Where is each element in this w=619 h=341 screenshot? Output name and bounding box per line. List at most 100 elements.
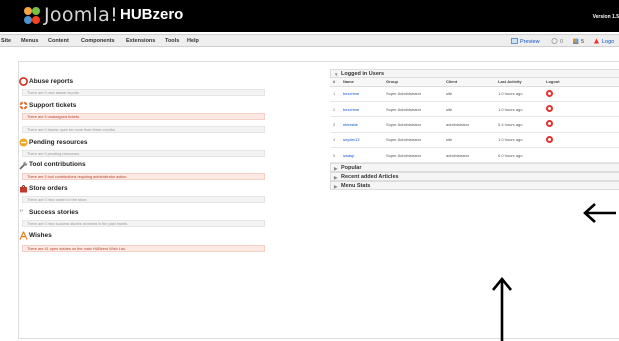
pending-resources-message: There are 0 pending resources. [22, 150, 265, 157]
logout-label: Logo [602, 39, 615, 45]
preview-label: Preview [520, 39, 540, 45]
user-name-link[interactable]: bexchrxe [343, 91, 359, 96]
section-title-tool-contributions[interactable]: Tool contributions [29, 161, 86, 168]
collapse-triangle-icon: ▶ [334, 184, 338, 190]
tool-contributions-message[interactable]: There are 3 tool contributions requiring… [22, 173, 265, 180]
panel-menu-stats-title: Menu Stats [341, 183, 371, 190]
user-last-activity: 0.0 hours ago [495, 147, 543, 164]
users-icon [573, 38, 579, 44]
messages-status[interactable]: 0 [551, 38, 563, 45]
wrench-icon [19, 161, 28, 170]
section-title-support-tickets[interactable]: Support tickets [29, 102, 76, 109]
user-client: administrator [443, 116, 495, 133]
table-row: 2 bexchrxe Super Administrator site 1.0 … [330, 101, 619, 118]
site-name: HUBzero [120, 6, 184, 23]
col-client: Client [443, 78, 495, 87]
menu-extensions[interactable]: Extensions [126, 38, 155, 44]
logged-in-users-table: # Name Group Client Last Activity Logout… [330, 78, 619, 164]
store-orders-message: There are 0 new orders in the store. [22, 196, 265, 203]
user-client: site [443, 132, 495, 149]
panel-popular-title: Popular [341, 165, 362, 172]
abuse-reports-message: There are 0 new abuse reports [22, 89, 265, 96]
menu-tools[interactable]: Tools [165, 38, 179, 44]
user-client: site [443, 101, 495, 118]
support-old-tickets-message: There are 0 tickets open for more than t… [22, 126, 265, 133]
version-label: Version 1.5 [592, 14, 619, 20]
wishes-message[interactable]: There are 41 open wishes on the main HUB… [22, 245, 265, 252]
section-title-wishes[interactable]: Wishes [29, 232, 52, 239]
store-orders-icon [20, 185, 27, 193]
user-client: site [443, 86, 495, 102]
quote-icon: “ [19, 208, 24, 217]
expand-triangle-icon: ▼ [334, 72, 339, 77]
row-number: 3 [330, 116, 340, 133]
table-row: 4 snyder13 Super Administrator site 1.0 … [330, 132, 619, 149]
joomla-brand: Joomla! [44, 4, 118, 26]
logout-icon [594, 38, 599, 44]
col-last-activity: Last Activity [495, 78, 543, 87]
user-group: Super Administrator [383, 101, 443, 118]
user-group: Super Administrator [383, 86, 443, 102]
annotation-arrow-left [583, 203, 616, 223]
messages-count: 0 [560, 39, 564, 45]
admin-header: Joomla! HUBzero Version 1.5 [0, 0, 619, 32]
logout-user-icon[interactable] [546, 105, 553, 113]
user-last-activity: 0.4 hours ago [495, 116, 543, 133]
menu-help[interactable]: Help [187, 38, 199, 44]
user-group: Super Administrator [383, 116, 443, 133]
user-client: administrator [443, 147, 495, 164]
row-number: 2 [330, 101, 340, 118]
menu-menus[interactable]: Menus [21, 38, 38, 44]
col-logout: Logout [543, 78, 619, 87]
users-count: 5 [581, 39, 585, 45]
user-last-activity: 1.0 hours ago [495, 101, 543, 118]
pending-resources-icon [19, 138, 28, 147]
col-number: # [330, 78, 340, 87]
table-header-row: # Name Group Client Last Activity Logout [330, 78, 619, 87]
user-group: Super Administrator [383, 132, 443, 149]
menu-content[interactable]: Content [48, 38, 69, 44]
col-name: Name [340, 78, 383, 87]
messages-icon [551, 38, 558, 44]
panel-menu-stats[interactable]: ▶ Menu Stats [330, 181, 619, 191]
logout-user-icon[interactable] [546, 120, 553, 128]
menu-bar: Site Menus Content Components Extensions… [0, 34, 619, 47]
section-title-store-orders[interactable]: Store orders [29, 185, 68, 192]
user-name-link[interactable]: snyder13 [343, 137, 359, 142]
svg-text:“: “ [19, 208, 24, 217]
user-last-activity: 1.0 hours ago [495, 86, 543, 102]
joomla-logo-icon [24, 7, 40, 24]
support-unassigned-message[interactable]: There are 5 unassigned tickets. [22, 113, 265, 120]
users-status[interactable]: 5 [572, 38, 584, 45]
preview-icon [511, 38, 518, 44]
menu-components[interactable]: Components [81, 38, 115, 44]
section-title-success-stories[interactable]: Success stories [29, 209, 79, 216]
annotation-arrow-up [491, 277, 513, 341]
support-tickets-icon [19, 101, 28, 110]
preview-link[interactable]: Preview [511, 38, 540, 45]
admin-page: { "header": { "brand": "Joomla!", "site_… [0, 0, 619, 341]
wishes-icon [19, 231, 28, 240]
panel-popular[interactable]: ▶ Popular [330, 163, 619, 173]
section-title-pending-resources[interactable]: Pending resources [29, 139, 88, 146]
success-stories-message: There are 0 new success stories received… [22, 220, 265, 227]
section-title-abuse-reports[interactable]: Abuse reports [29, 78, 73, 85]
user-name-link[interactable]: bexchrxe [343, 107, 359, 112]
logged-in-users-title: Logged in Users [341, 71, 385, 77]
user-name-link[interactable]: nkessbe [343, 122, 358, 127]
table-row: 5 swasp Super Administrator administrato… [330, 147, 619, 164]
abuse-reports-icon [19, 77, 28, 86]
logout-user-icon[interactable] [546, 135, 553, 143]
col-group: Group [383, 78, 443, 87]
logout-user-icon[interactable] [546, 89, 553, 97]
table-row: 3 nkessbe Super Administrator administra… [330, 116, 619, 133]
panel-recent-articles-title: Recent added Articles [341, 174, 399, 181]
admin-modules-panel: ▼ Logged in Users # Name Group Client La… [330, 69, 619, 191]
panel-recent-articles[interactable]: ▶ Recent added Articles [330, 172, 619, 182]
menu-site[interactable]: Site [1, 38, 11, 44]
user-name-link[interactable]: swasp [343, 153, 354, 158]
logout-link[interactable]: Logo [593, 38, 614, 45]
logged-in-users-toggle[interactable]: ▼ Logged in Users [330, 69, 619, 78]
row-number: 1 [330, 86, 340, 102]
row-number: 4 [330, 132, 340, 149]
